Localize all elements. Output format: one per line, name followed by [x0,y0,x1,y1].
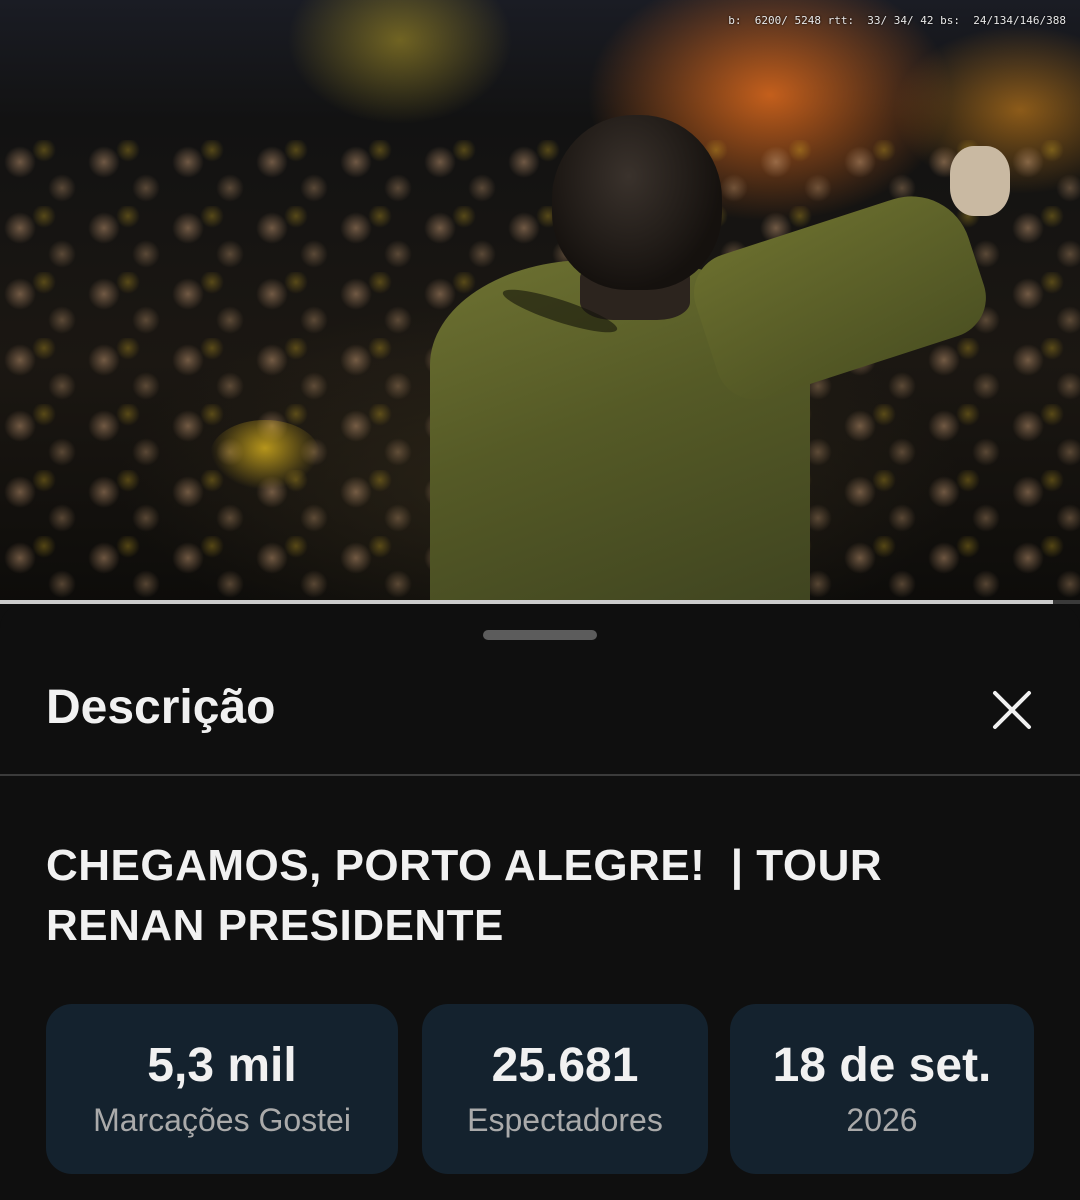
video-frame-fan [210,420,320,490]
publish-year: 2026 [846,1102,918,1138]
date-stat-card: 18 de set. 2026 [730,1004,1034,1174]
video-title: CHEGAMOS, PORTO ALEGRE! | TOUR RENAN PRE… [46,841,895,950]
likes-stat-card: 5,3 mil Marcações Gostei [46,1004,398,1174]
video-player[interactable]: b: 6200/ 5248 rtt: 33/ 34/ 42 bs: 24/134… [0,0,1080,604]
description-sheet: Descrição CHEGAMOS, PORTO ALEGRE! | TOUR… [0,604,1080,1200]
sheet-title: Descrição [46,681,276,734]
video-frame-person [430,110,1030,604]
views-stat-card: 25.681 Espectadores [422,1004,708,1174]
sheet-header: Descrição [0,664,1080,776]
views-label: Espectadores [467,1102,663,1138]
likes-count: 5,3 mil [147,1039,297,1092]
publish-date: 18 de set. [772,1039,992,1092]
stats-for-nerds-overlay: b: 6200/ 5248 rtt: 33/ 34/ 42 bs: 24/134… [728,14,1066,27]
close-button[interactable] [980,678,1044,742]
drag-handle[interactable] [483,630,597,640]
likes-label: Marcações Gostei [93,1102,351,1138]
views-count: 25.681 [491,1039,639,1092]
close-icon [993,691,1031,729]
